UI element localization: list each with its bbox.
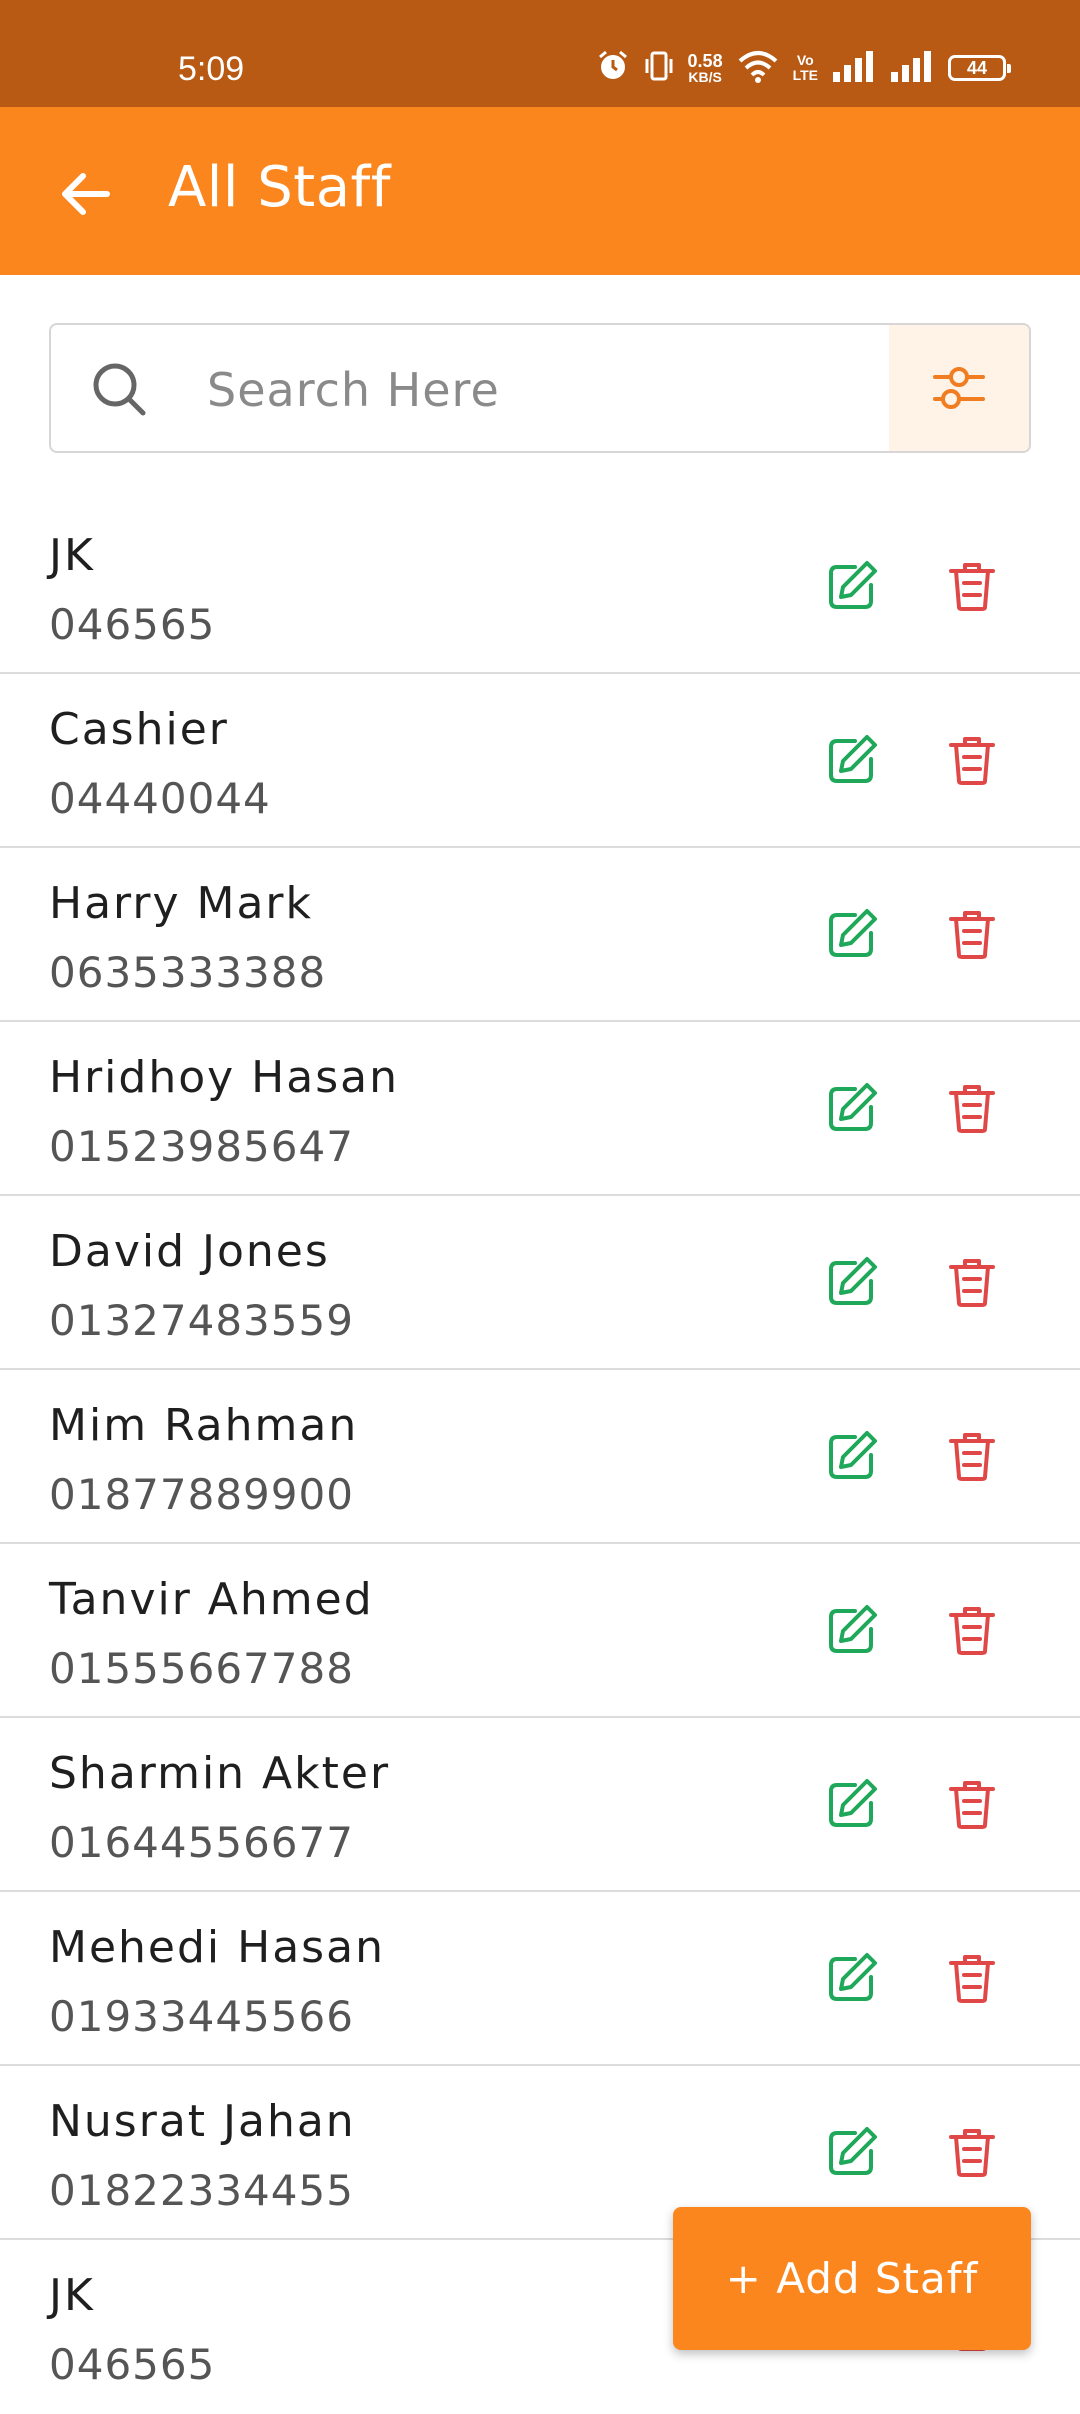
edit-icon <box>829 1083 877 1131</box>
staff-list: JK 046565 Cashier 04440044 Harry Mark 06… <box>0 500 1080 2414</box>
edit-button[interactable] <box>820 902 884 966</box>
page-title: All Staff <box>168 155 391 220</box>
battery-level: 44 <box>966 57 988 78</box>
edit-icon <box>829 1779 877 1827</box>
signal-icon <box>890 50 934 86</box>
delete-button[interactable] <box>940 1946 1004 2010</box>
edit-icon <box>829 1605 877 1653</box>
staff-name: Hridhoy Hasan <box>49 1052 399 1103</box>
filter-button[interactable] <box>889 325 1029 451</box>
staff-name: Sharmin Akter <box>49 1748 391 1799</box>
staff-name: David Jones <box>49 1226 330 1277</box>
edit-icon <box>829 735 877 783</box>
edit-icon <box>829 1431 877 1479</box>
trash-icon <box>949 737 995 785</box>
arrow-left-icon <box>62 173 110 215</box>
staff-phone: 01644556677 <box>49 1818 354 1867</box>
trash-icon <box>949 563 995 611</box>
delete-button[interactable] <box>940 1598 1004 1662</box>
trash-icon <box>949 1955 995 2003</box>
trash-icon <box>949 1259 995 1307</box>
staff-name: JK <box>49 530 95 581</box>
network-speed: 0.58 KB/S <box>688 52 723 84</box>
staff-row[interactable]: David Jones 01327483559 <box>0 1196 1080 1370</box>
delete-button[interactable] <box>940 728 1004 792</box>
staff-name: Mehedi Hasan <box>49 1922 385 1973</box>
staff-phone: 04440044 <box>49 774 271 823</box>
alarm-icon <box>596 49 630 87</box>
signal-icon <box>832 50 876 86</box>
status-bar: 5:09 0.58 KB/S Vo LTE 44 <box>0 0 1080 107</box>
edit-button[interactable] <box>820 1946 884 2010</box>
staff-name: Cashier <box>49 704 229 755</box>
staff-phone: 01877889900 <box>49 1470 354 1519</box>
add-staff-button[interactable]: + Add Staff <box>673 2207 1031 2350</box>
wifi-icon <box>737 49 779 87</box>
delete-button[interactable] <box>940 2120 1004 2184</box>
staff-name: Harry Mark <box>49 878 313 929</box>
staff-row[interactable]: JK 046565 <box>0 500 1080 674</box>
staff-name: JK <box>49 2270 95 2321</box>
staff-phone: 01327483559 <box>49 1296 354 1345</box>
edit-button[interactable] <box>820 1424 884 1488</box>
edit-icon <box>829 2127 877 2175</box>
edit-button[interactable] <box>820 1772 884 1836</box>
trash-icon <box>949 1433 995 1481</box>
staff-row[interactable]: Hridhoy Hasan 01523985647 <box>0 1022 1080 1196</box>
edit-button[interactable] <box>820 554 884 618</box>
staff-row[interactable]: Mehedi Hasan 01933445566 <box>0 1892 1080 2066</box>
edit-button[interactable] <box>820 1250 884 1314</box>
network-speed-unit: KB/S <box>688 69 722 85</box>
search-icon <box>89 359 149 419</box>
vibrate-icon <box>644 49 674 87</box>
trash-icon <box>949 1607 995 1655</box>
search-input[interactable] <box>205 345 929 435</box>
search-bar <box>49 323 1031 453</box>
delete-button[interactable] <box>940 1424 1004 1488</box>
staff-row[interactable]: Tanvir Ahmed 01555667788 <box>0 1544 1080 1718</box>
delete-button[interactable] <box>940 902 1004 966</box>
staff-name: Tanvir Ahmed <box>49 1574 374 1625</box>
staff-row[interactable]: Harry Mark 0635333388 <box>0 848 1080 1022</box>
staff-phone: 01555667788 <box>49 1644 354 1693</box>
staff-row[interactable]: Cashier 04440044 <box>0 674 1080 848</box>
status-time: 5:09 <box>178 50 245 88</box>
staff-name: Nusrat Jahan <box>49 2096 356 2147</box>
staff-phone: 01933445566 <box>49 1992 354 2041</box>
volte-indicator: Vo LTE <box>793 53 818 83</box>
trash-icon <box>949 2129 995 2177</box>
trash-icon <box>949 911 995 959</box>
edit-icon <box>829 1953 877 2001</box>
status-icons: 0.58 KB/S Vo LTE 44 <box>596 46 1011 90</box>
staff-name: Mim Rahman <box>49 1400 359 1451</box>
edit-button[interactable] <box>820 2120 884 2184</box>
staff-phone: 01523985647 <box>49 1122 354 1171</box>
delete-button[interactable] <box>940 1076 1004 1140</box>
delete-button[interactable] <box>940 1772 1004 1836</box>
volte-bottom: LTE <box>792 67 818 83</box>
battery-icon: 44 <box>948 55 1011 81</box>
edit-icon <box>829 909 877 957</box>
delete-button[interactable] <box>940 554 1004 618</box>
app-bar: All Staff <box>0 107 1080 275</box>
trash-icon <box>949 1781 995 1829</box>
staff-row[interactable]: Sharmin Akter 01644556677 <box>0 1718 1080 1892</box>
staff-phone: 0635333388 <box>49 948 327 997</box>
staff-phone: 01822334455 <box>49 2166 354 2215</box>
edit-icon <box>829 561 877 609</box>
edit-button[interactable] <box>820 728 884 792</box>
staff-row[interactable]: Mim Rahman 01877889900 <box>0 1370 1080 1544</box>
back-button[interactable] <box>40 149 130 239</box>
staff-phone: 046565 <box>49 600 216 649</box>
edit-icon <box>829 1257 877 1305</box>
sliders-icon <box>933 367 985 409</box>
edit-button[interactable] <box>820 1076 884 1140</box>
trash-icon <box>949 1085 995 1133</box>
volte-top: Vo <box>796 52 814 68</box>
delete-button[interactable] <box>940 1250 1004 1314</box>
edit-button[interactable] <box>820 1598 884 1662</box>
staff-phone: 046565 <box>49 2340 216 2389</box>
network-speed-value: 0.58 <box>687 51 723 71</box>
